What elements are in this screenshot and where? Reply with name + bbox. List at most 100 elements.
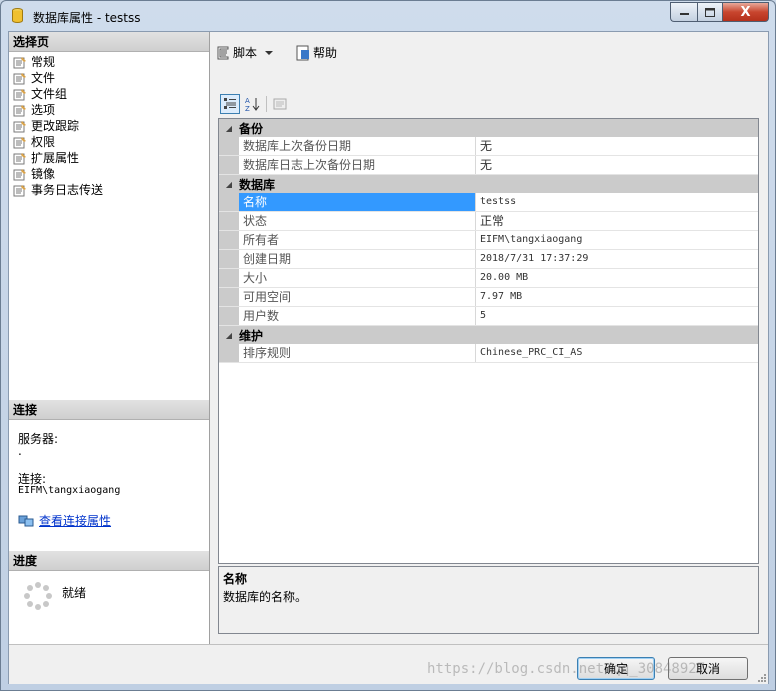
page-icon (13, 152, 26, 164)
page-icon (13, 88, 26, 100)
property-value: 无 (480, 139, 493, 153)
page-icon (13, 136, 26, 148)
property-row[interactable]: 所有者 EIFM\tangxiaogang (219, 231, 758, 250)
row-gutter (219, 212, 239, 230)
categorized-button[interactable] (220, 94, 240, 114)
row-gutter (219, 288, 239, 306)
row-gutter (219, 231, 239, 249)
script-icon (217, 46, 229, 59)
property-row[interactable]: 可用空间 7.97 MB (219, 288, 758, 307)
property-name: 创建日期 (239, 250, 476, 268)
property-row[interactable]: 排序规则 Chinese_PRC_CI_AS (219, 344, 758, 363)
category-maintenance[interactable]: ◢ 维护 (219, 326, 758, 344)
category-backup[interactable]: ◢ 备份 (219, 119, 758, 137)
row-gutter (219, 156, 239, 174)
page-item-label: 选项 (31, 103, 56, 117)
category-label: 维护 (239, 328, 264, 343)
page-list: 常规 文件 文件组 选项 更改跟踪 权限 扩展属性 镜像 事务日志传送 (13, 54, 203, 198)
window-controls: X (670, 2, 769, 22)
connection-properties-icon (18, 515, 34, 526)
close-button[interactable]: X (723, 2, 769, 22)
collapse-triangle-icon[interactable]: ◢ (219, 331, 239, 340)
page-item-log-shipping[interactable]: 事务日志传送 (13, 182, 203, 198)
script-label: 脚本 (233, 46, 258, 60)
view-connection-link[interactable]: 查看连接属性 (39, 512, 111, 529)
property-row[interactable]: 大小 20.00 MB (219, 269, 758, 288)
cancel-button[interactable]: 取消 (668, 657, 748, 680)
title-bar[interactable]: 数据库属性 - testss X (1, 1, 775, 31)
row-gutter (219, 269, 239, 287)
category-database[interactable]: ◢ 数据库 (219, 175, 758, 193)
property-name: 状态 (239, 212, 476, 230)
server-label: 服务器: (18, 432, 59, 446)
page-icon (13, 104, 26, 116)
page-item-mirroring[interactable]: 镜像 (13, 166, 203, 182)
page-icon (13, 72, 26, 84)
property-row[interactable]: 数据库日志上次备份日期 无 (219, 156, 758, 175)
script-button[interactable]: 脚本 (215, 44, 274, 61)
page-item-label: 权限 (31, 135, 56, 149)
property-name: 所有者 (239, 231, 476, 249)
help-label: 帮助 (313, 46, 338, 60)
server-value: . (18, 444, 22, 458)
page-item-extended-properties[interactable]: 扩展属性 (13, 150, 203, 166)
dialog-window: 数据库属性 - testss X 选择页 常规 文件 文件组 选项 更改跟踪 权… (0, 0, 776, 691)
page-item-general[interactable]: 常规 (13, 54, 203, 70)
property-row[interactable]: 用户数 5 (219, 307, 758, 326)
category-label: 数据库 (239, 177, 276, 192)
page-item-change-tracking[interactable]: 更改跟踪 (13, 118, 203, 134)
page-item-permissions[interactable]: 权限 (13, 134, 203, 150)
collapse-triangle-icon[interactable]: ◢ (219, 124, 239, 133)
button-bar: 确定 取消 https://blog.csdn.net/qq_30848927 (9, 644, 768, 684)
property-pages-button[interactable] (270, 94, 290, 114)
property-pages-icon (273, 98, 287, 110)
row-gutter (219, 250, 239, 268)
page-item-label: 扩展属性 (31, 151, 80, 165)
toolbar-separator (266, 96, 267, 112)
property-grid: ◢ 备份 数据库上次备份日期 无 数据库日志上次备份日期 无 ◢ 数据库 名称 … (218, 118, 759, 564)
minimize-button[interactable] (670, 2, 697, 22)
property-row-selected[interactable]: 名称 testss (219, 193, 758, 212)
property-name: 数据库上次备份日期 (239, 137, 476, 155)
page-item-label: 文件组 (31, 87, 68, 101)
page-item-files[interactable]: 文件 (13, 70, 203, 86)
main-toolbar: 脚本 帮助 (209, 32, 768, 72)
svg-text:A: A (245, 97, 250, 105)
page-item-label: 事务日志传送 (31, 183, 104, 197)
row-gutter (219, 193, 239, 211)
property-name: 可用空间 (239, 288, 476, 306)
category-label: 备份 (239, 121, 264, 136)
left-pane: 选择页 常规 文件 文件组 选项 更改跟踪 权限 扩展属性 镜像 事务日志传送 … (9, 32, 210, 644)
alphabetical-button[interactable]: AZ (243, 94, 263, 114)
property-name: 大小 (239, 269, 476, 287)
sort-alphabetical-icon: AZ (245, 97, 260, 112)
page-icon (13, 120, 26, 132)
connection-value: EIFM\tangxiaogang (18, 485, 121, 496)
row-gutter (219, 344, 239, 362)
progress-header: 进度 (9, 551, 209, 571)
collapse-triangle-icon[interactable]: ◢ (219, 180, 239, 189)
resize-grip-icon[interactable] (756, 672, 766, 682)
categorized-icon (224, 98, 236, 109)
view-connection-properties[interactable]: 查看连接属性 (18, 512, 111, 529)
window-title: 数据库属性 - testss (33, 11, 141, 25)
connection-header: 连接 (9, 400, 209, 420)
page-item-filegroups[interactable]: 文件组 (13, 86, 203, 102)
maximize-icon (705, 7, 715, 17)
property-row[interactable]: 状态 正常 (219, 212, 758, 231)
page-item-options[interactable]: 选项 (13, 102, 203, 118)
ok-button[interactable]: 确定 (577, 657, 655, 680)
chevron-down-icon (265, 50, 274, 55)
page-icon (13, 168, 26, 180)
property-name: 用户数 (239, 307, 476, 325)
property-row[interactable]: 创建日期 2018/7/31 17:37:29 (219, 250, 758, 269)
maximize-button[interactable] (697, 2, 723, 22)
page-item-label: 更改跟踪 (31, 119, 80, 133)
help-button[interactable]: 帮助 (295, 44, 337, 61)
page-item-label: 常规 (31, 55, 56, 69)
page-icon (13, 56, 26, 68)
row-gutter (219, 307, 239, 325)
property-row[interactable]: 数据库上次备份日期 无 (219, 137, 758, 156)
property-value: 正常 (480, 214, 505, 228)
property-name: 名称 (239, 193, 476, 211)
